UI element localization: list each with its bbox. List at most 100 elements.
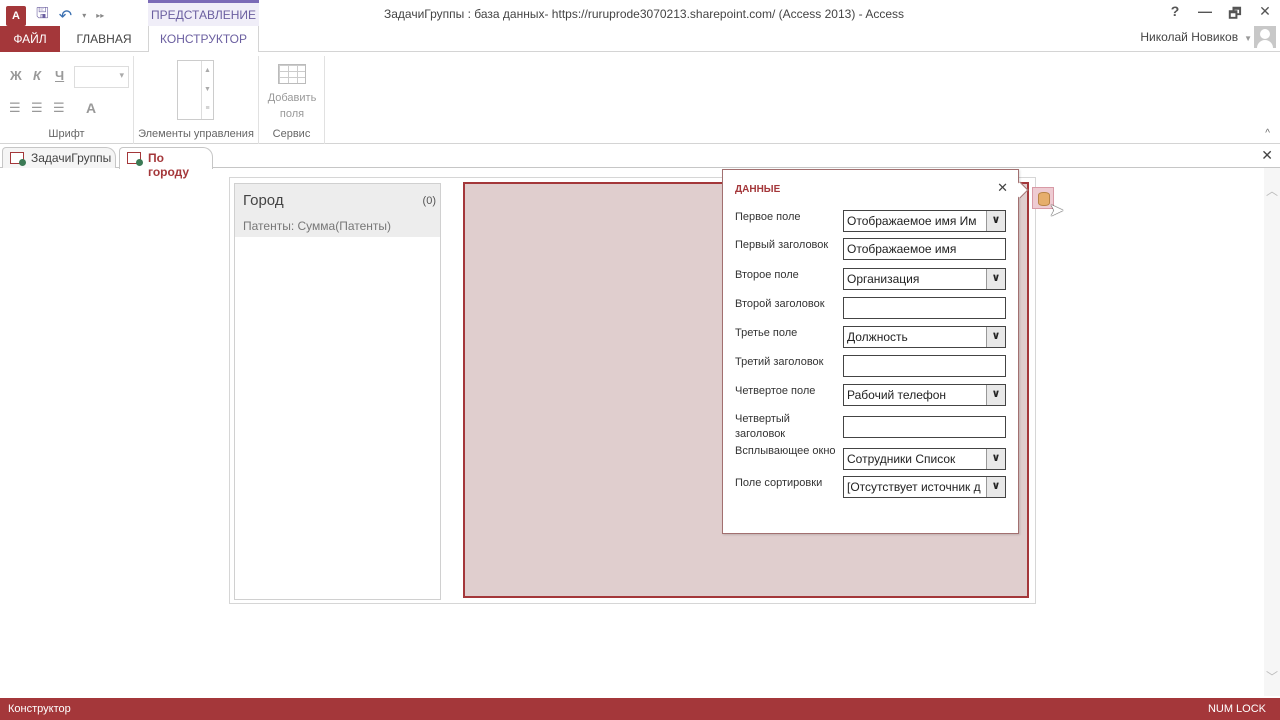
list-subtitle: Патенты: Сумма(Патенты)	[243, 219, 392, 233]
status-bar: Конструктор NUM LOCK	[0, 698, 1280, 720]
group-label-service: Сервис	[272, 128, 311, 140]
add-fields-label-1: Добавить	[267, 92, 317, 104]
chevron-down-icon[interactable]: ∨	[986, 385, 1005, 405]
context-tab-view: ПРЕДСТАВЛЕНИЕ	[148, 0, 259, 28]
chevron-down-icon[interactable]: ∨	[986, 449, 1005, 469]
undo-dropdown-icon[interactable]: ▾	[82, 11, 86, 20]
restore-button[interactable]: 🗗	[1220, 3, 1250, 27]
popup-close-icon[interactable]: ✕	[997, 180, 1008, 196]
bold-button[interactable]: Ж	[10, 68, 22, 83]
italic-button[interactable]: К	[33, 68, 41, 83]
chevron-down-icon[interactable]: ∨	[986, 269, 1005, 289]
group-label-font: Шрифт	[48, 128, 85, 140]
table-icon	[10, 152, 26, 166]
field-dropdown[interactable]: Отображаемое имя Им ∨	[843, 210, 1006, 232]
group-label-controls: Элементы управления	[138, 128, 254, 140]
minimize-button[interactable]: —	[1190, 3, 1220, 27]
ribbon-tab-row: ФАЙЛ ГЛАВНАЯ КОНСТРУКТОР	[0, 26, 1280, 53]
save-icon[interactable]: 🖫	[36, 3, 49, 28]
list-control[interactable]: Город (0) Патенты: Сумма(Патенты)	[234, 183, 441, 600]
quick-access-toolbar: A 🖫 ↶ ▾ ▸▸	[6, 3, 104, 28]
tab-design[interactable]: КОНСТРУКТОР	[148, 26, 259, 53]
collapse-ribbon-icon[interactable]: ^	[1265, 128, 1270, 139]
doc-tab-zadachigruppy[interactable]: ЗадачиГруппы	[2, 147, 116, 168]
group-controls: ▲ ▼ ≡ Элементы управления	[134, 56, 259, 144]
field-label: Первое поле	[735, 211, 801, 223]
field-dropdown[interactable]: Сотрудники Список ∨	[843, 448, 1006, 470]
scroll-down-icon[interactable]: ﹀	[1266, 668, 1278, 685]
field-textbox[interactable]	[843, 355, 1006, 377]
field-value: Рабочий телефон	[847, 388, 947, 402]
window-controls: ? — 🗗 ✕	[1160, 3, 1280, 27]
tab-home[interactable]: ГЛАВНАЯ	[60, 26, 148, 52]
chevron-down-icon: ▼	[1244, 34, 1252, 43]
list-title: Город	[243, 192, 284, 209]
field-value: Должность	[847, 330, 908, 344]
doc-tab-label: По городу	[148, 151, 190, 179]
avatar[interactable]	[1254, 26, 1276, 48]
field-label: Третий заголовок	[735, 356, 824, 368]
field-textbox[interactable]	[843, 416, 1006, 438]
group-service: Добавить поля Сервис	[259, 56, 325, 144]
group-font: Ж К Ч ☰ ☰ ☰ A Шрифт	[0, 56, 134, 144]
data-properties-popup: ДАННЫЕ ✕ Первое поле Отображаемое имя Им ∨…	[722, 169, 1029, 534]
user-account[interactable]: Николай Новиков ▼	[1140, 30, 1252, 44]
underline-button[interactable]: Ч	[55, 68, 64, 83]
doc-tab-label: ЗадачиГруппы	[31, 151, 112, 165]
gallery-scrollbar[interactable]: ▲ ▼ ≡	[201, 61, 213, 119]
document-tabs: ЗадачиГруппы По городу	[0, 144, 1280, 179]
field-dropdown[interactable]: Рабочий телефон ∨	[843, 384, 1006, 406]
close-button[interactable]: ✕	[1250, 3, 1280, 27]
field-label: Четвертый заголовок	[735, 413, 790, 440]
scroll-up-icon[interactable]: ︿	[1266, 182, 1278, 199]
popup-title: ДАННЫЕ	[735, 184, 781, 195]
close-document-icon[interactable]: ✕	[1261, 147, 1273, 164]
field-dropdown[interactable]: Должность ∨	[843, 326, 1006, 348]
status-num-lock: NUM LOCK	[1207, 703, 1266, 715]
font-color-button[interactable]: A	[86, 100, 96, 116]
chevron-down-icon[interactable]: ∨	[986, 327, 1005, 347]
field-dropdown[interactable]: [Отсутствует источник д ∨	[843, 476, 1006, 498]
chevron-down-icon[interactable]: ∨	[986, 477, 1005, 497]
field-label: Второй заголовок	[735, 298, 825, 310]
field-textbox[interactable]	[843, 297, 1006, 319]
add-fields-label-2: поля	[279, 108, 305, 120]
vertical-scrollbar[interactable]	[1264, 168, 1280, 696]
status-mode: Конструктор	[8, 703, 71, 715]
field-value: Организация	[847, 272, 920, 286]
ribbon: Ж К Ч ☰ ☰ ☰ A Шрифт ▲▼≡ Элементы управле…	[0, 52, 1280, 144]
field-label: Третье поле	[735, 327, 798, 339]
chevron-down-icon[interactable]: ∨	[986, 211, 1005, 231]
field-label: Первый заголовок	[735, 239, 829, 251]
view-icon	[127, 152, 143, 166]
window-title: ЗадачиГруппы : база данных- https://ruru…	[384, 7, 904, 21]
field-label: Четвертое поле	[735, 385, 816, 397]
align-left-icon[interactable]: ☰	[9, 100, 21, 116]
help-button[interactable]: ?	[1160, 3, 1190, 27]
tab-file[interactable]: ФАЙЛ	[0, 26, 60, 52]
field-label: Всплывающее окно	[735, 445, 836, 457]
align-right-icon[interactable]: ☰	[53, 100, 65, 116]
field-dropdown[interactable]: Организация ∨	[843, 268, 1006, 290]
field-label: Поле сортировки	[735, 477, 823, 489]
field-label: Второе поле	[735, 269, 799, 281]
mouse-cursor-icon: ➤	[1049, 200, 1065, 220]
align-center-icon[interactable]: ☰	[31, 100, 43, 116]
user-name: Николай Новиков	[1140, 30, 1239, 44]
field-value: Сотрудники Список	[847, 452, 956, 466]
list-header: Город (0) Патенты: Сумма(Патенты)	[235, 184, 440, 237]
font-size-combo[interactable]	[74, 66, 129, 88]
title-bar: A 🖫 ↶ ▾ ▸▸ ПРЕДСТАВЛЕНИЕ ЗадачиГруппы : …	[0, 0, 1280, 28]
list-count: (0)	[422, 195, 436, 207]
field-value: Отображаемое имя	[847, 242, 957, 256]
access-app-icon[interactable]: A	[6, 5, 26, 26]
undo-icon[interactable]: ↶	[59, 6, 72, 26]
doc-tab-po-gorodu[interactable]: По городу	[119, 147, 213, 179]
add-fields-button[interactable]: Добавить поля	[259, 64, 325, 122]
add-fields-icon	[278, 64, 306, 84]
customize-qat-icon[interactable]: ▸▸	[96, 11, 104, 20]
field-value: [Отсутствует источник д	[847, 480, 981, 494]
field-value: Отображаемое имя Им	[847, 214, 977, 228]
controls-gallery[interactable]: ▲ ▼ ≡	[177, 60, 214, 120]
field-textbox[interactable]: Отображаемое имя	[843, 238, 1006, 260]
